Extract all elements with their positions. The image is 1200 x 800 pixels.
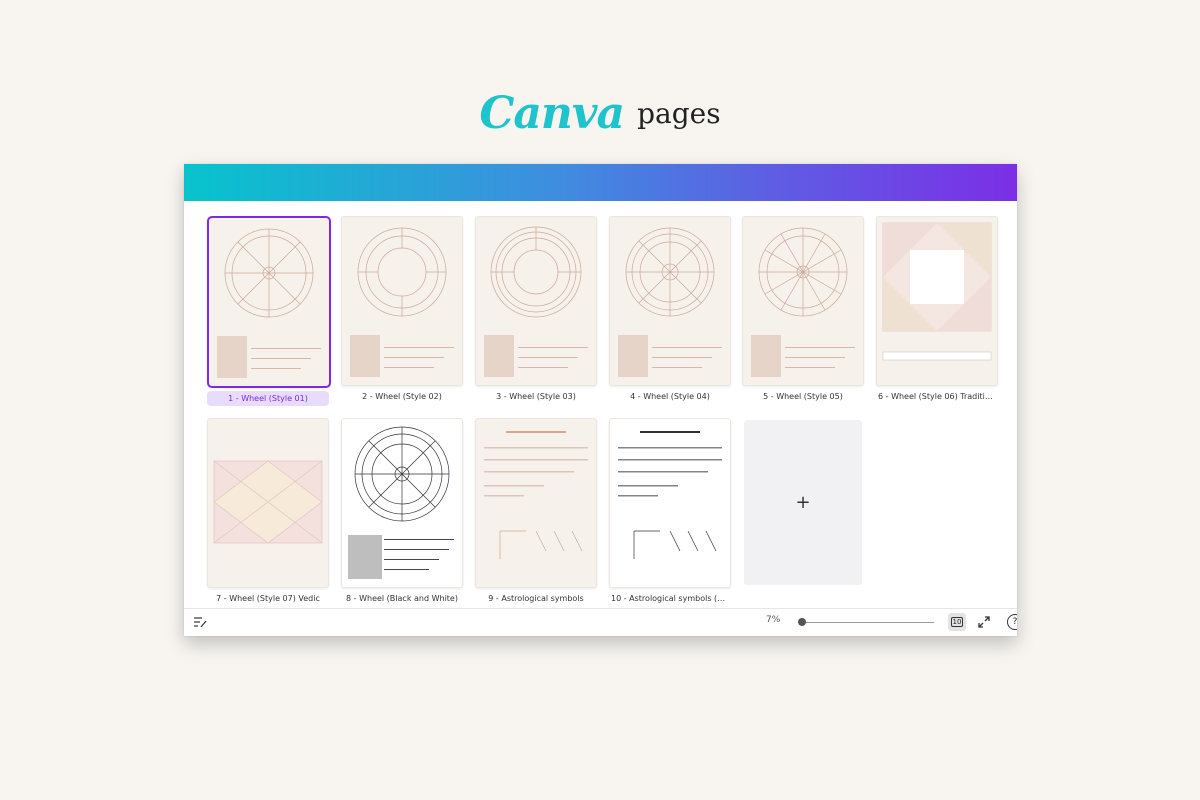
wheel-chart-preview: [217, 228, 321, 378]
canva-logo: Canva: [479, 88, 625, 139]
page-grid: 1 - Wheel (Style 01) 2 - Wheel (Style 02…: [184, 201, 1017, 609]
wheel-chart-preview: [348, 426, 454, 579]
zoom-slider-track[interactable]: [802, 622, 934, 623]
canva-pages-window: 1 - Wheel (Style 01) 2 - Wheel (Style 02…: [184, 164, 1017, 636]
gradient-header-bar: [184, 164, 1017, 201]
page-preview: [207, 418, 329, 588]
add-page-button[interactable]: +: [744, 420, 862, 585]
page-label: 5 - Wheel (Style 05): [763, 392, 843, 401]
page-label: 1 - Wheel (Style 01): [207, 391, 329, 406]
notes-icon[interactable]: [193, 616, 207, 628]
symbols-preview: [484, 431, 588, 559]
page-thumbnail-10[interactable]: 10 - Astrological symbols (Bl...: [609, 418, 731, 606]
page-label: 6 - Wheel (Style 06) Traditio...: [878, 392, 998, 401]
wheel-chart-preview: [751, 227, 855, 377]
zoom-slider-handle[interactable]: [798, 618, 806, 626]
page-preview: [207, 216, 331, 388]
page-label: 2 - Wheel (Style 02): [362, 392, 442, 401]
page-label: 9 - Astrological symbols: [488, 594, 584, 603]
page-thumbnail-1[interactable]: 1 - Wheel (Style 01): [207, 216, 331, 406]
page-thumbnail-4[interactable]: 4 - Wheel (Style 04): [609, 216, 731, 404]
page-label: 8 - Wheel (Black and White): [346, 594, 458, 603]
page-label: 7 - Wheel (Style 07) Vedic: [216, 594, 320, 603]
grid-view-button[interactable]: 10: [948, 613, 966, 631]
zoom-level: 7%: [766, 615, 781, 625]
page-preview: [475, 216, 597, 386]
wheel-chart-preview: [618, 227, 722, 377]
page-count: 10: [950, 617, 964, 627]
symbols-preview: [618, 431, 722, 559]
help-icon[interactable]: ?: [1007, 614, 1017, 630]
page-preview: [341, 216, 463, 386]
page-label: 3 - Wheel (Style 03): [496, 392, 576, 401]
page-label: 4 - Wheel (Style 04): [630, 392, 710, 401]
page-preview: [876, 216, 998, 386]
page-thumbnail-5[interactable]: 5 - Wheel (Style 05): [742, 216, 864, 404]
page-label: 10 - Astrological symbols (Bl...: [611, 594, 731, 603]
vedic-chart-preview: [213, 460, 323, 544]
page-thumbnail-8[interactable]: 8 - Wheel (Black and White): [341, 418, 463, 606]
page-thumbnail-7[interactable]: 7 - Wheel (Style 07) Vedic: [207, 418, 329, 606]
plus-icon: +: [795, 492, 811, 513]
wheel-chart-preview: [350, 227, 454, 377]
hero-title: Canva pages: [0, 88, 1200, 139]
page-thumbnail-6[interactable]: 6 - Wheel (Style 06) Traditio...: [876, 216, 998, 404]
page-thumbnail-9[interactable]: 9 - Astrological symbols: [475, 418, 597, 606]
page-thumbnail-2[interactable]: 2 - Wheel (Style 02): [341, 216, 463, 404]
wheel-chart-preview: [484, 226, 588, 377]
bottom-toolbar: 7% 10 ?: [184, 608, 1017, 636]
hero-subtitle: pages: [637, 97, 721, 130]
page-thumbnail-3[interactable]: 3 - Wheel (Style 03): [475, 216, 597, 404]
page-preview: [742, 216, 864, 386]
page-preview: [609, 216, 731, 386]
page-preview: [341, 418, 463, 588]
page-preview: [609, 418, 731, 588]
square-chart-preview: [882, 222, 992, 361]
page-preview: [475, 418, 597, 588]
fullscreen-icon[interactable]: [977, 615, 991, 629]
